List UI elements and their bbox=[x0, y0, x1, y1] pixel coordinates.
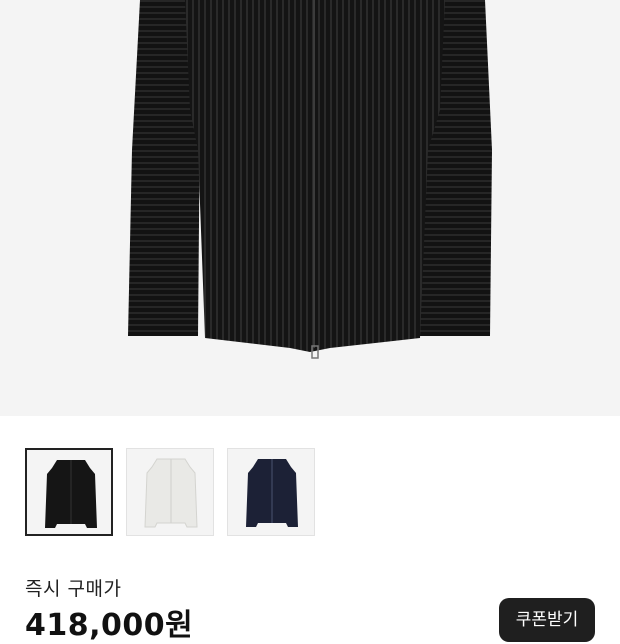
white-jacket-thumbnail-image bbox=[144, 458, 198, 528]
thumbnail-black-jacket[interactable] bbox=[25, 448, 113, 536]
price-value: 418,000원 bbox=[25, 608, 194, 643]
jacket-illustration bbox=[128, 0, 492, 359]
black-jacket-thumbnail-image bbox=[45, 460, 97, 528]
thumbnail-navy-jacket[interactable] bbox=[227, 448, 315, 536]
thumbnail-white-jacket[interactable] bbox=[126, 448, 214, 536]
navy-jacket-thumbnail-image bbox=[246, 459, 298, 527]
instant-buy-label: 즉시 구매가 bbox=[25, 578, 122, 600]
thumbnail-list bbox=[25, 448, 315, 536]
get-coupon-button[interactable]: 쿠폰받기 bbox=[499, 598, 595, 642]
product-main-image[interactable] bbox=[0, 0, 620, 416]
